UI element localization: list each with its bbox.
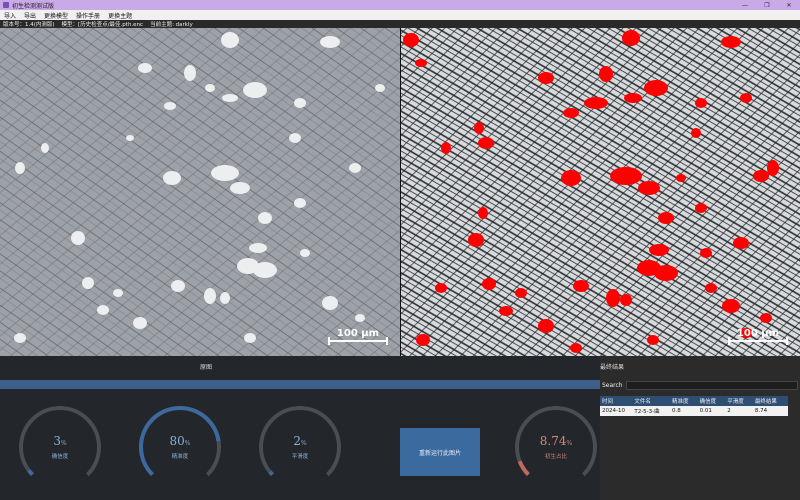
gauge-result: 8.74% 初生占比 [513, 404, 599, 490]
version-text: 版本号：1.4(内测版) [3, 22, 55, 28]
gauge-precision-label: 精准度 [171, 454, 189, 460]
results-table: 时间 文件名 精准度 确信度 平滑度 最终结果 2024-10 T2-5-3-曲… [600, 396, 788, 416]
table-row[interactable]: 2024-10 T2-5-3-曲 0.8 0.01 2 8.74 [600, 406, 788, 416]
menu-bar: 导入 导出 更换模型 操作手册 更换主题 [0, 10, 800, 20]
menu-export[interactable]: 导出 [20, 11, 40, 20]
cell-precision: 0.8 [670, 406, 698, 416]
results-header-row: 时间 文件名 精准度 确信度 平滑度 最终结果 [600, 396, 788, 406]
cell-filename: T2-5-3-曲 [632, 406, 671, 416]
gauge-smoothness-value: 2 [293, 434, 301, 448]
menu-change-theme[interactable]: 更换主题 [104, 11, 136, 20]
cell-smoothness: 2 [725, 406, 753, 416]
status-line: 版本号：1.4(内测版) 模型：[历史检查点/最佳.pth.enc 当前主题: … [0, 20, 800, 28]
menu-import[interactable]: 导入 [0, 11, 20, 20]
gauge-confidence-label: 确信度 [51, 454, 69, 460]
gauge-smoothness-label: 平滑度 [291, 454, 309, 460]
menu-change-model[interactable]: 更换模型 [40, 11, 72, 20]
col-filename[interactable]: 文件名 [632, 396, 671, 406]
scale-label-right: 100 μm [736, 328, 780, 339]
window-title: 初生检测测试版 [12, 2, 55, 10]
search-row: Search [602, 380, 798, 390]
close-button[interactable]: ✕ [778, 0, 800, 10]
scale-label-left: 100 μm [336, 328, 380, 339]
maximize-button[interactable]: ❐ [756, 0, 778, 10]
gauge-precision: 80% 精准度 [137, 404, 223, 490]
metrics-panel: 原图 3% 确信度 80% 精准度 2% 平滑度 重新运行此图片 8.74% 初… [0, 356, 600, 500]
theme-text: 当前主题: darkly [150, 22, 193, 28]
original-panel-title: 原图 [200, 364, 213, 371]
results-panel: 最终结果 Search 时间 文件名 精准度 确信度 平滑度 最终结果 2024… [600, 356, 800, 500]
menu-manual[interactable]: 操作手册 [72, 11, 104, 20]
gauge-precision-value: 80 [169, 434, 185, 448]
rerun-image-button[interactable]: 重新运行此图片 [400, 428, 480, 476]
results-panel-title: 最终结果 [600, 364, 625, 371]
progress-band [0, 380, 600, 389]
cell-final-result: 8.74 [752, 406, 788, 416]
scale-bar-left: 100 μm [328, 328, 388, 345]
title-bar: 初生检测测试版 — ❐ ✕ [0, 0, 800, 10]
gauge-confidence: 3% 确信度 [17, 404, 103, 490]
minimize-button[interactable]: — [734, 0, 756, 10]
model-text: 模型：[历史检查点/最佳.pth.enc [61, 22, 144, 28]
cell-time: 2024-10 [600, 406, 633, 416]
gauge-result-label: 初生占比 [544, 454, 567, 460]
segmented-image: 100 μm [401, 28, 800, 356]
original-image: 100 μm [0, 28, 400, 356]
col-final-result[interactable]: 最终结果 [752, 396, 788, 406]
scale-bar-right: 100 μm [728, 328, 788, 345]
cell-confidence: 0.01 [697, 406, 726, 416]
col-smoothness[interactable]: 平滑度 [725, 396, 753, 406]
search-label: Search [602, 381, 623, 389]
gauge-result-value: 8.74 [539, 434, 567, 448]
col-precision[interactable]: 精准度 [670, 396, 698, 406]
col-time[interactable]: 时间 [600, 396, 633, 406]
search-input[interactable] [626, 380, 798, 390]
gauge-smoothness: 2% 平滑度 [257, 404, 343, 490]
app-icon [3, 2, 9, 8]
col-confidence[interactable]: 确信度 [697, 396, 726, 406]
gauge-confidence-value: 3 [53, 434, 61, 448]
